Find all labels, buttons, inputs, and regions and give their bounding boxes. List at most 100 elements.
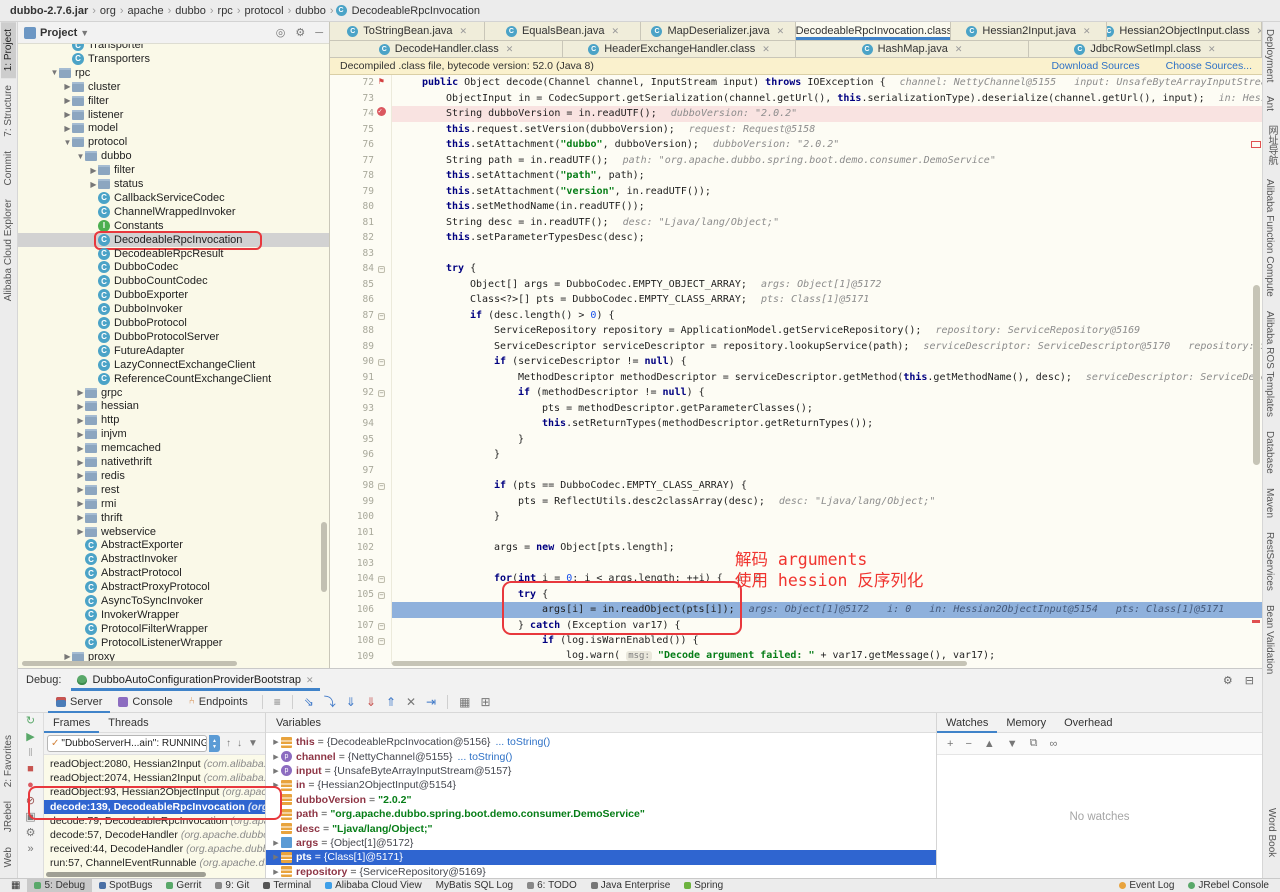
editor-tab-decodeablerpcinvocation-class[interactable]: CDecodeableRpcInvocation.class✕	[796, 22, 951, 40]
stack-frame[interactable]: readObject:2080, Hessian2Input(com.aliba…	[44, 757, 265, 771]
tree-item-injvm[interactable]: ▶injvm	[18, 427, 329, 441]
tool-window-button-7-structure[interactable]: 7: Structure	[1, 78, 16, 144]
tree-item-webservice[interactable]: ▶webservice	[18, 525, 329, 539]
line-number[interactable]: 108	[357, 633, 374, 649]
add-watch-icon[interactable]: +	[947, 738, 953, 750]
move-down-icon[interactable]: ▼	[1007, 738, 1018, 750]
tree-item-futureadapter[interactable]: CFutureAdapter	[18, 344, 329, 358]
hide-debug-panel-icon[interactable]: ⊟	[1245, 674, 1254, 687]
tree-item-filter[interactable]: ▶filter	[18, 163, 329, 177]
settings-icon[interactable]: ⚙	[26, 827, 36, 840]
line-number[interactable]: 98	[363, 478, 374, 494]
stack-frame[interactable]: received:44, DecodeHandler(org.apache.du…	[44, 842, 265, 856]
stack-frame[interactable]: run:57, ChannelEventRunnable(org.apache.…	[44, 856, 265, 870]
evaluate-expression-icon[interactable]: ▦	[459, 695, 470, 709]
variable-row-args[interactable]: ▶args={Object[1]@5172}	[266, 836, 936, 850]
chevron-collapsed-icon[interactable]: ▶	[63, 652, 72, 661]
error-stripe-mark[interactable]	[1251, 141, 1261, 148]
tool-window-button-deployment[interactable]: Deployment	[1262, 22, 1277, 89]
line-number[interactable]: 83	[363, 246, 374, 262]
tool-window-button-alibaba-ros-templates[interactable]: Alibaba ROS Templates	[1262, 304, 1277, 424]
line-number[interactable]: 109	[357, 649, 374, 665]
run-to-cursor-icon[interactable]: ⇥	[426, 695, 436, 709]
variable-row-this[interactable]: ▶this={DecodeableRpcInvocation@5156}... …	[266, 735, 936, 749]
tree-item-rmi[interactable]: ▶rmi	[18, 497, 329, 511]
stack-frame[interactable]: decode:79, DecodeableRpcInvocation(org.a…	[44, 814, 265, 828]
statusbar-item-terminal[interactable]: Terminal	[256, 879, 318, 892]
expand-arrow-icon[interactable]: ▶	[272, 738, 280, 746]
statusbar-item-5-debug[interactable]: 5: Debug	[27, 879, 92, 892]
method-breakpoint-icon[interactable]: ⚑	[376, 75, 387, 91]
tree-item-lazyconnectexchangeclient[interactable]: CLazyConnectExchangeClient	[18, 358, 329, 372]
close-icon[interactable]: ✕	[1257, 26, 1262, 37]
tree-item-nativethrift[interactable]: ▶nativethrift	[18, 455, 329, 469]
tool-window-button-alibaba-cloud-explorer[interactable]: Alibaba Cloud Explorer	[1, 192, 16, 308]
chevron-expanded-icon[interactable]: ▼	[63, 138, 72, 147]
tree-item-referencecountexchangeclient[interactable]: CReferenceCountExchangeClient	[18, 372, 329, 386]
tree-item-protocol[interactable]: ▼protocol	[18, 135, 329, 149]
tree-item-dubboprotocol[interactable]: CDubboProtocol	[18, 316, 329, 330]
frames-tab-threads[interactable]: Threads	[99, 713, 157, 733]
statusbar-item-gerrit[interactable]: Gerrit	[159, 879, 208, 892]
tree-item-dubbo[interactable]: ▼dubbo	[18, 149, 329, 163]
editor-vscrollbar[interactable]	[1253, 285, 1260, 465]
tree-item-listener[interactable]: ▶listener	[18, 108, 329, 122]
line-number[interactable]: 82	[363, 230, 374, 246]
tree-item-protocolfilterwrapper[interactable]: CProtocolFilterWrapper	[18, 622, 329, 636]
mute-breakpoints-icon[interactable]: ⊘	[26, 795, 35, 808]
chevron-collapsed-icon[interactable]: ▶	[76, 458, 85, 467]
debug-settings-gear-icon[interactable]: ⚙	[1223, 674, 1233, 687]
tree-item-grpc[interactable]: ▶grpc	[18, 386, 329, 400]
tree-item-abstractexporter[interactable]: CAbstractExporter	[18, 538, 329, 552]
editor-tab-hessian2objectinput-class[interactable]: CHessian2ObjectInput.class✕	[1107, 22, 1262, 40]
close-icon[interactable]: ✕	[612, 26, 620, 37]
filter-frames-icon[interactable]: ▼	[248, 738, 258, 749]
force-step-into-icon[interactable]: ⇓	[366, 695, 376, 709]
download-sources-link[interactable]: Download Sources	[1051, 60, 1139, 72]
close-icon[interactable]: ✕	[306, 675, 314, 686]
thread-stepper[interactable]: ▲▼	[209, 735, 220, 752]
chevron-collapsed-icon[interactable]: ▶	[89, 166, 98, 175]
close-icon[interactable]: ✕	[762, 44, 770, 55]
tool-window-button-alibaba-function-compute[interactable]: Alibaba Function Compute	[1262, 172, 1277, 304]
tree-item-dubbocountcodec[interactable]: CDubboCountCodec	[18, 274, 329, 288]
line-number[interactable]: 94	[363, 416, 374, 432]
line-number[interactable]: 106	[357, 602, 374, 618]
error-stripe-mark[interactable]	[1252, 620, 1260, 623]
tree-item-model[interactable]: ▶model	[18, 121, 329, 135]
close-icon[interactable]: ✕	[460, 26, 468, 37]
fold-icon[interactable]: −	[376, 261, 387, 277]
pause-icon[interactable]: ‖	[28, 747, 33, 760]
view-breakpoints-icon[interactable]: ●	[27, 779, 34, 792]
tree-item-filter[interactable]: ▶filter	[18, 94, 329, 108]
frame-up-icon[interactable]: ↑	[226, 738, 231, 749]
tostring-link[interactable]: ... toString()	[457, 751, 512, 763]
fold-icon[interactable]: −	[376, 618, 387, 634]
chevron-expanded-icon[interactable]: ▼	[50, 68, 59, 77]
chevron-collapsed-icon[interactable]: ▶	[76, 430, 85, 439]
tree-item-thrift[interactable]: ▶thrift	[18, 511, 329, 525]
line-number[interactable]: 93	[363, 401, 374, 417]
tree-item-cluster[interactable]: ▶cluster	[18, 80, 329, 94]
chevron-collapsed-icon[interactable]: ▶	[76, 527, 85, 536]
project-hscrollbar[interactable]	[22, 661, 237, 666]
line-number[interactable]: 74	[363, 106, 374, 122]
chevron-collapsed-icon[interactable]: ▶	[63, 82, 72, 91]
close-icon[interactable]: ✕	[1208, 44, 1216, 55]
debug-tab-server[interactable]: Server	[48, 691, 110, 713]
breadcrumb-item[interactable]: dubbo-2.7.6.jar	[10, 5, 88, 17]
view-breakpoints-icon[interactable]: ⊞	[480, 695, 490, 709]
tostring-link[interactable]: ... toString()	[495, 736, 550, 748]
tree-item-abstractprotocol[interactable]: CAbstractProtocol	[18, 566, 329, 580]
line-number[interactable]: 103	[357, 556, 374, 572]
statusbar-item-jrebel-console[interactable]: JRebel Console	[1181, 879, 1276, 892]
stack-frame[interactable]: decode:57, DecodeHandler(org.apache.dubb…	[44, 828, 265, 842]
line-number[interactable]: 87	[363, 308, 374, 324]
expand-arrow-icon[interactable]: ▶	[272, 868, 280, 876]
editor-tab-decodehandler-class[interactable]: CDecodeHandler.class✕	[330, 41, 563, 57]
tool-window-button-restservices[interactable]: RestServices	[1262, 525, 1277, 598]
stack-frame[interactable]: decode:139, DecodeableRpcInvocation(org.…	[44, 800, 265, 814]
breadcrumb-item[interactable]: dubbo	[175, 5, 206, 17]
line-number[interactable]: 75	[363, 122, 374, 138]
line-number[interactable]: 102	[357, 540, 374, 556]
